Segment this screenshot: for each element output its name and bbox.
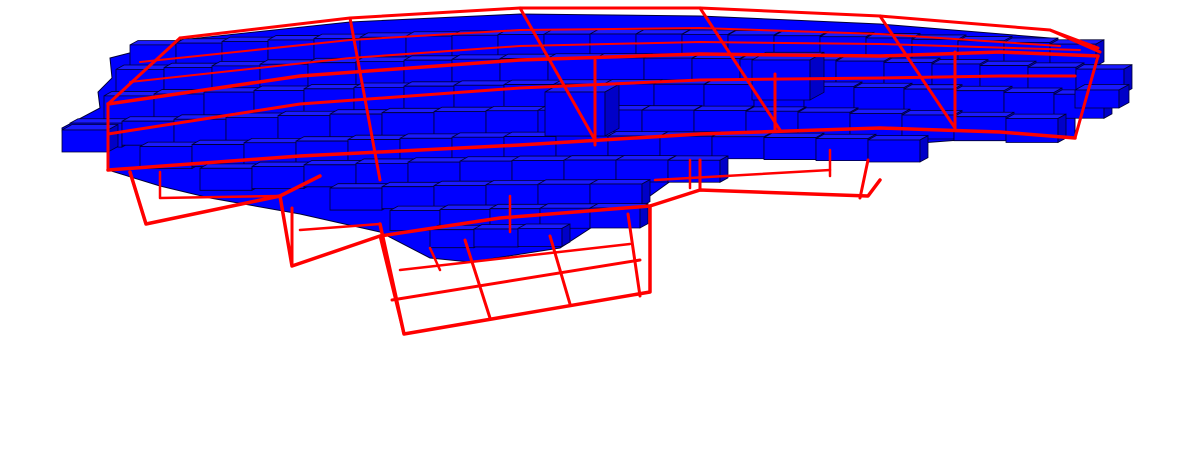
voxel-cube <box>485 179 547 208</box>
voxel-cube <box>459 156 521 184</box>
voxel-cube <box>544 83 620 137</box>
voxel-cube <box>381 107 443 138</box>
voxel-cube <box>653 79 713 109</box>
voxel-cube <box>903 83 963 114</box>
voxel-cube <box>61 123 119 153</box>
voxel-cube <box>407 157 469 185</box>
voxel-cube <box>815 133 877 162</box>
voxel-cube <box>303 159 365 188</box>
voxel-cube <box>537 179 599 207</box>
voxel-cube <box>381 181 443 210</box>
voxel-cube <box>329 182 391 211</box>
voxel-cube <box>641 105 703 135</box>
voxel-cube <box>517 223 571 248</box>
voxel-cube <box>347 134 409 163</box>
grid-line <box>378 234 406 336</box>
voxel-cube <box>277 110 339 141</box>
voxel-cube <box>853 82 913 113</box>
voxel-cube <box>849 108 911 139</box>
voxel-cube <box>615 154 677 183</box>
voxel-cube <box>711 131 773 160</box>
voxel-cube <box>433 106 495 137</box>
voxel-cube <box>433 180 495 209</box>
voxel-cube <box>225 112 287 143</box>
voxel-cube <box>199 163 261 191</box>
voxel-cube <box>693 105 755 136</box>
voxel-cube <box>355 158 417 187</box>
voxel-cube <box>953 111 1015 142</box>
voxel-cube <box>511 155 573 184</box>
voxel-cube <box>453 80 513 110</box>
voxel-cube <box>589 178 651 207</box>
voxel-cube <box>867 134 929 163</box>
voxel-scene-canvas <box>61 6 1133 336</box>
grid-line <box>858 158 870 200</box>
voxel-cube <box>953 85 1013 116</box>
voxel-cube <box>763 132 825 161</box>
voxel-cube <box>751 51 825 101</box>
voxel-cube <box>329 108 391 139</box>
voxel-cube <box>563 155 625 183</box>
voxel-cube <box>295 135 357 164</box>
voxel-cube <box>485 105 547 136</box>
